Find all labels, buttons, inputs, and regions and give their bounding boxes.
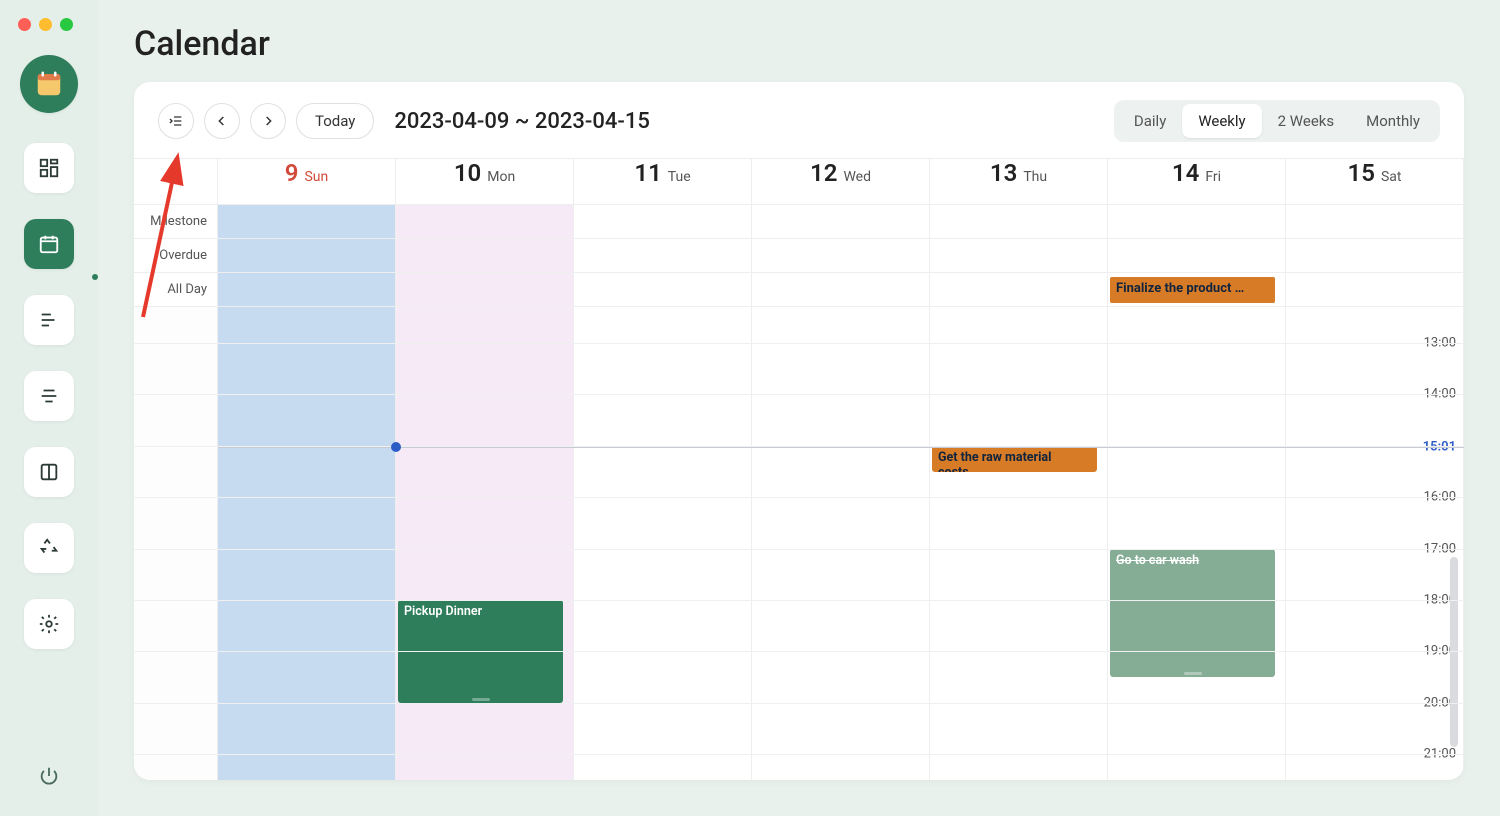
day-header-wed[interactable]: 12Wed [752, 159, 930, 204]
toggle-sidebar-button[interactable] [158, 103, 194, 139]
power-icon [38, 765, 60, 787]
sidebar [0, 0, 98, 816]
day-header-sun[interactable]: 9Sun [218, 159, 396, 204]
prev-week-button[interactable] [204, 103, 240, 139]
sidebar-active-indicator [92, 274, 98, 280]
view-monthly[interactable]: Monthly [1350, 104, 1436, 138]
sidebar-item-recycle[interactable] [24, 523, 74, 573]
minimize-window-button[interactable] [39, 18, 52, 31]
day-col-sun[interactable] [218, 307, 396, 780]
day-header-thu[interactable]: 13Thu [930, 159, 1108, 204]
day-header-row: 9Sun 10Mon 11Tue 12Wed 13Thu 14Fri 15Sat [134, 159, 1464, 205]
calendar-card: Today 2023-04-09 ~ 2023-04-15 Daily Week… [134, 82, 1464, 780]
day-header-mon[interactable]: 10Mon [396, 159, 574, 204]
date-range-label: 2023-04-09 ~ 2023-04-15 [394, 109, 649, 134]
page-title: Calendar [134, 24, 1464, 64]
sidebar-item-panels[interactable] [24, 447, 74, 497]
close-window-button[interactable] [18, 18, 31, 31]
day-header-sat[interactable]: 15Sat [1286, 159, 1464, 204]
now-line [218, 447, 1464, 448]
calendar-icon [38, 233, 60, 255]
window-controls [0, 18, 73, 31]
view-switch: Daily Weekly 2 Weeks Monthly [1114, 100, 1440, 142]
day-col-thu[interactable]: Get the raw material costs… [930, 307, 1108, 780]
gantt-center-icon [38, 385, 60, 407]
zoom-window-button[interactable] [60, 18, 73, 31]
sidebar-item-gantt-center[interactable] [24, 371, 74, 421]
day-col-wed[interactable] [752, 307, 930, 780]
sidebar-item-calendar[interactable] [24, 219, 74, 269]
calendar-toolbar: Today 2023-04-09 ~ 2023-04-15 Daily Week… [134, 82, 1464, 158]
allday-cell-fri: Finalize the product … [1108, 273, 1286, 306]
sidebar-item-dashboard[interactable] [24, 143, 74, 193]
day-col-fri[interactable]: Go to car wash [1108, 307, 1286, 780]
row-allday: All Day Finalize the product … [134, 273, 1464, 307]
view-weekly[interactable]: Weekly [1182, 104, 1261, 138]
chevron-left-icon [214, 113, 230, 129]
today-button[interactable]: Today [296, 103, 374, 139]
recycle-icon [38, 537, 60, 559]
view-2weeks[interactable]: 2 Weeks [1262, 104, 1350, 138]
power-button[interactable] [29, 756, 69, 796]
list-indent-icon [168, 113, 184, 129]
day-col-mon[interactable]: Pickup Dinner [396, 307, 574, 780]
day-col-tue[interactable] [574, 307, 752, 780]
gantt-left-icon [38, 309, 60, 331]
event-2[interactable]: Go to car wash [1110, 549, 1275, 678]
row-overdue: Overdue [134, 239, 1464, 273]
calendar-brand-icon [34, 69, 64, 99]
event-1[interactable]: Get the raw material costs… [932, 446, 1097, 472]
now-dot [391, 442, 401, 452]
gear-icon [38, 613, 60, 635]
panels-icon [38, 461, 60, 483]
app-brand-icon[interactable] [20, 55, 78, 113]
next-week-button[interactable] [250, 103, 286, 139]
row-milestone: Milestone [134, 205, 1464, 239]
sidebar-item-gantt-left[interactable] [24, 295, 74, 345]
dashboard-icon [38, 157, 60, 179]
day-col-sat[interactable] [1286, 307, 1464, 780]
view-daily[interactable]: Daily [1118, 104, 1182, 138]
event-allday-finalize[interactable]: Finalize the product … [1110, 277, 1275, 303]
day-header-tue[interactable]: 11Tue [574, 159, 752, 204]
sidebar-item-settings[interactable] [24, 599, 74, 649]
chevron-right-icon [260, 113, 276, 129]
day-header-fri[interactable]: 14Fri [1108, 159, 1286, 204]
